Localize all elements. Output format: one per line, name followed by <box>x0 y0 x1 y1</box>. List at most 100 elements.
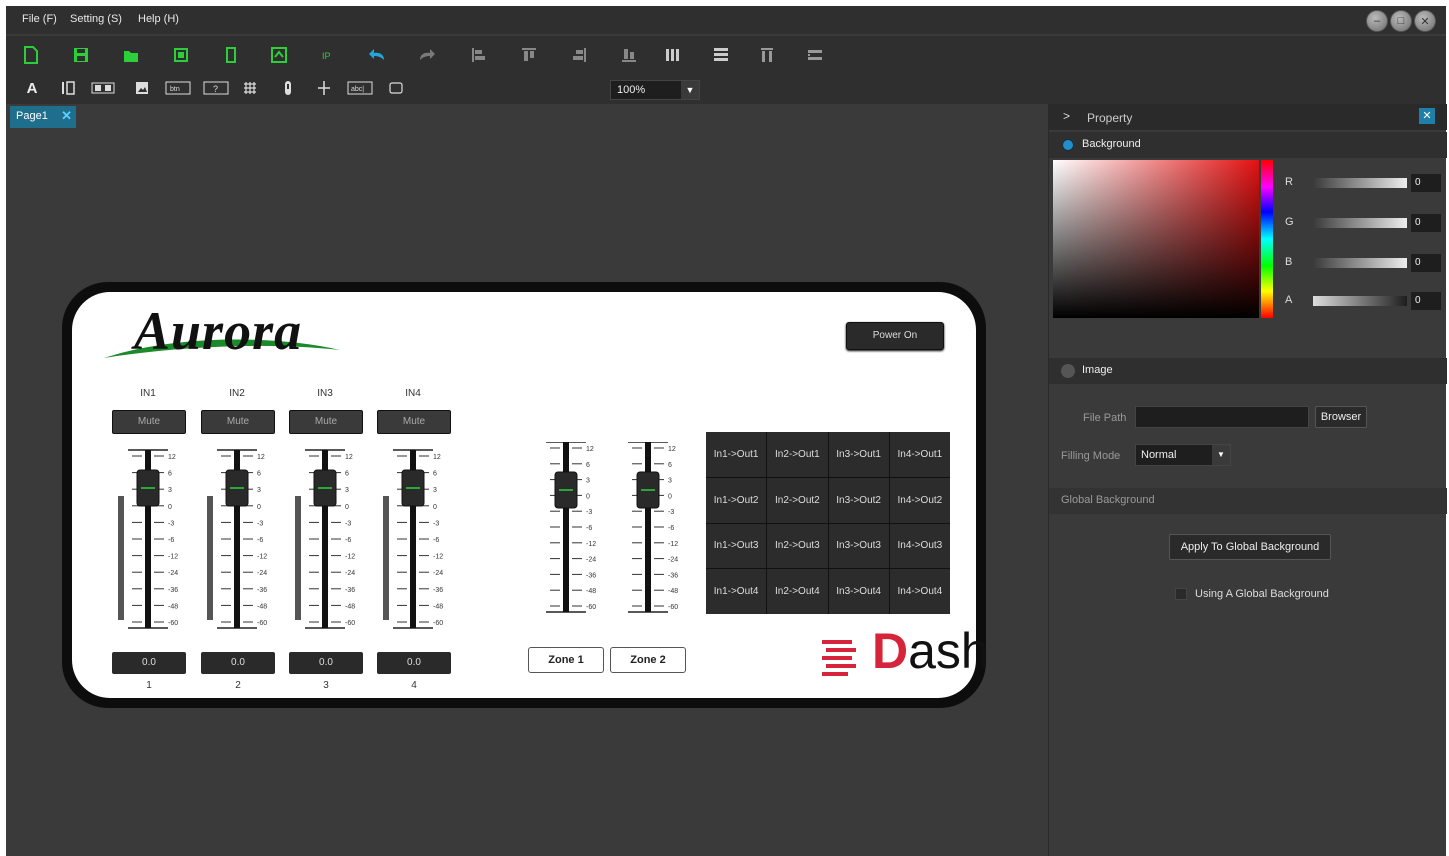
mute-button-4[interactable]: Mute <box>377 410 451 434</box>
button-widget-icon[interactable]: btn <box>164 78 192 98</box>
matrix-button-in3-out3[interactable]: In3->Out3 <box>828 523 889 569</box>
apply-global-background-button[interactable]: Apply To Global Background <box>1169 534 1331 560</box>
red-channel-row: R 0 <box>1285 174 1443 194</box>
fader-scale-label-6: -60 <box>668 604 678 611</box>
zone-1-button[interactable]: Zone 1 <box>528 647 604 673</box>
alpha-channel-input[interactable]: 0 <box>1411 292 1441 310</box>
matrix-button-in3-out2[interactable]: In3->Out2 <box>828 477 889 523</box>
crosshair-icon[interactable] <box>314 78 334 98</box>
red-channel-input[interactable]: 0 <box>1411 174 1441 192</box>
matrix-button-in1-out1[interactable]: In1->Out1 <box>706 432 767 477</box>
mute-button-1[interactable]: Mute <box>112 410 186 434</box>
ip-icon[interactable]: IP <box>316 44 338 66</box>
menu-file[interactable]: File (F) <box>22 13 57 25</box>
minimize-button[interactable]: – <box>1366 10 1388 32</box>
menubar: File (F) Setting (S) Help (H) – □ ✕ <box>6 6 1446 34</box>
matrix-button-in2-out2[interactable]: In2->Out2 <box>767 477 828 523</box>
align-left-icon[interactable] <box>468 44 490 66</box>
fader-widget-icon[interactable] <box>278 78 298 98</box>
matrix-button-in4-out3[interactable]: In4->Out3 <box>889 523 950 569</box>
redo-icon[interactable] <box>416 44 438 66</box>
matrix-button-in4-out2[interactable]: In4->Out2 <box>889 477 950 523</box>
close-button[interactable]: ✕ <box>1414 10 1436 32</box>
distribute-vertical-icon[interactable] <box>710 44 732 66</box>
zoom-select[interactable]: 100% ▼ <box>610 80 700 100</box>
chevron-right-icon[interactable]: > <box>1063 109 1070 123</box>
matrix-button-in1-out2[interactable]: In1->Out2 <box>706 477 767 523</box>
help-widget-icon[interactable]: ? <box>202 78 230 98</box>
page-icon[interactable] <box>170 44 192 66</box>
browser-button[interactable]: Browser <box>1315 406 1367 428</box>
matrix-button-in3-out4[interactable]: In3->Out4 <box>828 569 889 614</box>
zone-2-button[interactable]: Zone 2 <box>610 647 686 673</box>
filling-mode-value: Normal <box>1141 449 1177 461</box>
matrix-button-in2-out4[interactable]: In2->Out4 <box>767 569 828 614</box>
slider-widget-icon[interactable] <box>90 78 116 98</box>
matrix-button-in4-out4[interactable]: In4->Out4 <box>889 569 950 614</box>
fader-scale-label-1: 0 <box>168 504 172 511</box>
save-icon[interactable] <box>70 44 92 66</box>
image-radio[interactable] <box>1061 364 1075 378</box>
text-cursor-icon[interactable] <box>58 78 78 98</box>
green-channel-slider[interactable] <box>1313 218 1407 228</box>
fader-scale-label-4: -36 <box>433 587 443 594</box>
undo-icon[interactable] <box>366 44 388 66</box>
export-icon[interactable] <box>268 44 290 66</box>
device-icon[interactable] <box>220 44 242 66</box>
matrix-button-in4-out1[interactable]: In4->Out1 <box>889 432 950 477</box>
hue-slider[interactable] <box>1261 160 1273 318</box>
same-width-icon[interactable] <box>756 44 778 66</box>
file-path-input[interactable] <box>1135 406 1309 428</box>
using-global-background-checkbox[interactable] <box>1175 588 1187 600</box>
matrix-button-in1-out4[interactable]: In1->Out4 <box>706 569 767 614</box>
toolbar-main: IP <box>6 36 1446 72</box>
close-tab-icon[interactable]: ✕ <box>61 108 72 124</box>
panel-surface: Aurora Power On IN1 IN2 IN3 IN4 Mute Mut… <box>72 292 989 698</box>
fader-scale-label-6: -36 <box>668 572 678 579</box>
alpha-channel-slider[interactable] <box>1313 296 1407 306</box>
align-bottom-icon[interactable] <box>618 44 640 66</box>
matrix-button-in3-out1[interactable]: In3->Out1 <box>828 432 889 477</box>
design-canvas[interactable]: Aurora Power On IN1 IN2 IN3 IN4 Mute Mut… <box>6 130 1048 856</box>
matrix-button-in2-out1[interactable]: In2->Out1 <box>767 432 828 477</box>
same-height-icon[interactable] <box>804 44 826 66</box>
background-radio[interactable] <box>1061 138 1075 152</box>
input-label-3: IN3 <box>317 388 333 399</box>
fader-scale-label-3: -48 <box>345 603 355 610</box>
red-channel-slider[interactable] <box>1313 178 1407 188</box>
blue-channel-input[interactable]: 0 <box>1411 254 1441 272</box>
blue-channel-row: B 0 <box>1285 254 1443 274</box>
grid-widget-icon[interactable] <box>240 78 260 98</box>
fader-scale-label-5: -36 <box>586 572 596 579</box>
menu-help[interactable]: Help (H) <box>138 13 179 25</box>
distribute-horizontal-icon[interactable] <box>662 44 684 66</box>
align-right-icon[interactable] <box>568 44 590 66</box>
align-top-icon[interactable] <box>518 44 540 66</box>
text-tool-icon[interactable]: A <box>22 78 42 98</box>
fader-scale-label-5: 6 <box>586 462 590 469</box>
blue-channel-slider[interactable] <box>1313 258 1407 268</box>
rectangle-widget-icon[interactable] <box>386 78 406 98</box>
tab-page1[interactable]: Page1 ✕ <box>10 106 76 128</box>
pin-icon[interactable]: ✕ <box>1419 108 1435 124</box>
image-widget-icon[interactable] <box>132 78 152 98</box>
fader-scale-label-3: 3 <box>345 487 349 494</box>
menu-setting[interactable]: Setting (S) <box>70 13 122 25</box>
fader-scale-label-4: -3 <box>433 520 439 527</box>
matrix-button-in2-out3[interactable]: In2->Out3 <box>767 523 828 569</box>
power-on-button[interactable]: Power On <box>846 322 944 350</box>
svg-text:abc|: abc| <box>351 86 364 93</box>
fader-scale-label-1: -48 <box>168 603 178 610</box>
fader-scale-label-3: 6 <box>345 471 349 478</box>
maximize-button[interactable]: □ <box>1390 10 1412 32</box>
filling-mode-select[interactable]: Normal ▼ <box>1135 444 1231 466</box>
mute-button-3[interactable]: Mute <box>289 410 363 434</box>
matrix-button-in1-out3[interactable]: In1->Out3 <box>706 523 767 569</box>
label-widget-icon[interactable]: abc| <box>346 78 374 98</box>
new-file-icon[interactable] <box>20 44 42 66</box>
zoom-value: 100% <box>617 84 646 96</box>
open-folder-icon[interactable] <box>120 44 142 66</box>
mute-button-2[interactable]: Mute <box>201 410 275 434</box>
green-channel-input[interactable]: 0 <box>1411 214 1441 232</box>
color-picker[interactable] <box>1053 160 1259 318</box>
